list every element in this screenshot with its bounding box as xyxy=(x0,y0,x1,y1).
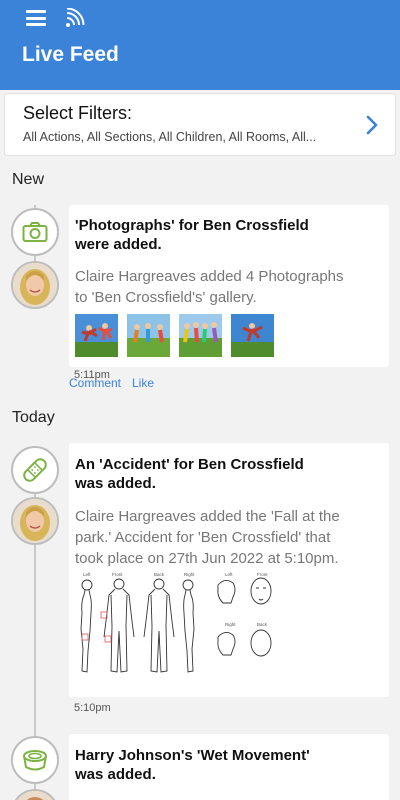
feed-card[interactable]: Harry Johnson's 'Wet Movement' was added… xyxy=(69,734,389,800)
menu-icon[interactable] xyxy=(26,10,46,26)
photo-thumbnail[interactable] xyxy=(127,314,170,357)
avatar xyxy=(11,789,59,800)
feed-card[interactable]: An 'Accident' for Ben Crossfield was add… xyxy=(69,443,389,697)
body-map-label: Front xyxy=(112,572,123,577)
card-title: Harry Johnson's 'Wet Movement' xyxy=(75,747,310,764)
like-link[interactable]: Like xyxy=(132,376,154,390)
body-map-label: Back xyxy=(154,572,165,577)
feed-card[interactable]: 'Photographs' for Ben Crossfield were ad… xyxy=(69,205,389,367)
body-map-image[interactable]: Left Front Back Right Left Front Right B… xyxy=(75,571,297,679)
camera-icon xyxy=(22,222,48,242)
avatar xyxy=(11,261,59,309)
avatar xyxy=(11,497,59,545)
filters-title: Select Filters: xyxy=(23,103,133,123)
comment-link[interactable]: Comment xyxy=(69,376,121,390)
card-title: was added. xyxy=(75,766,156,783)
app-header: Live Feed xyxy=(0,0,400,90)
photo-thumbnail[interactable] xyxy=(231,314,274,357)
feed-icon[interactable] xyxy=(64,8,86,28)
filters-card[interactable]: Select Filters: All Actions, All Section… xyxy=(4,93,396,156)
body-map-label: Right xyxy=(184,572,195,577)
camera-icon-circle xyxy=(11,208,59,256)
card-title: was added. xyxy=(75,475,156,492)
card-text: took place on 27th Jun 2022 at 5:10pm. xyxy=(75,550,339,567)
timestamp: 5:10pm xyxy=(74,702,111,714)
bandage-icon xyxy=(23,458,47,482)
body-map-label: Right xyxy=(225,622,236,627)
card-text: park.' Accident for 'Ben Crossfield' tha… xyxy=(75,529,331,546)
body-map-label: Back xyxy=(257,622,268,627)
body-map-label: Front xyxy=(257,572,268,577)
chevron-right-icon[interactable] xyxy=(365,115,379,135)
card-text: Claire Hargreaves added 4 Photographs xyxy=(75,268,344,285)
section-label-today: Today xyxy=(12,409,55,426)
card-title: An 'Accident' for Ben Crossfield xyxy=(75,456,304,473)
body-map-label: Left xyxy=(225,572,233,577)
photo-thumbnail[interactable] xyxy=(75,314,118,357)
potty-icon-circle xyxy=(11,736,59,784)
body-map-label: Left xyxy=(83,572,91,577)
card-text: Claire Hargreaves added the 'Fall at the xyxy=(75,508,340,525)
bandage-icon-circle xyxy=(11,446,59,494)
section-label-new: New xyxy=(12,171,45,188)
card-title: were added. xyxy=(75,236,162,253)
potty-icon xyxy=(23,750,47,771)
page-title: Live Feed xyxy=(22,43,119,66)
photo-thumbnail[interactable] xyxy=(179,314,222,357)
filters-summary: All Actions, All Sections, All Children,… xyxy=(23,130,317,144)
card-title: 'Photographs' for Ben Crossfield xyxy=(75,217,309,234)
card-text: to 'Ben Crossfield's' gallery. xyxy=(75,289,257,306)
photo-thumbnails xyxy=(75,314,274,357)
